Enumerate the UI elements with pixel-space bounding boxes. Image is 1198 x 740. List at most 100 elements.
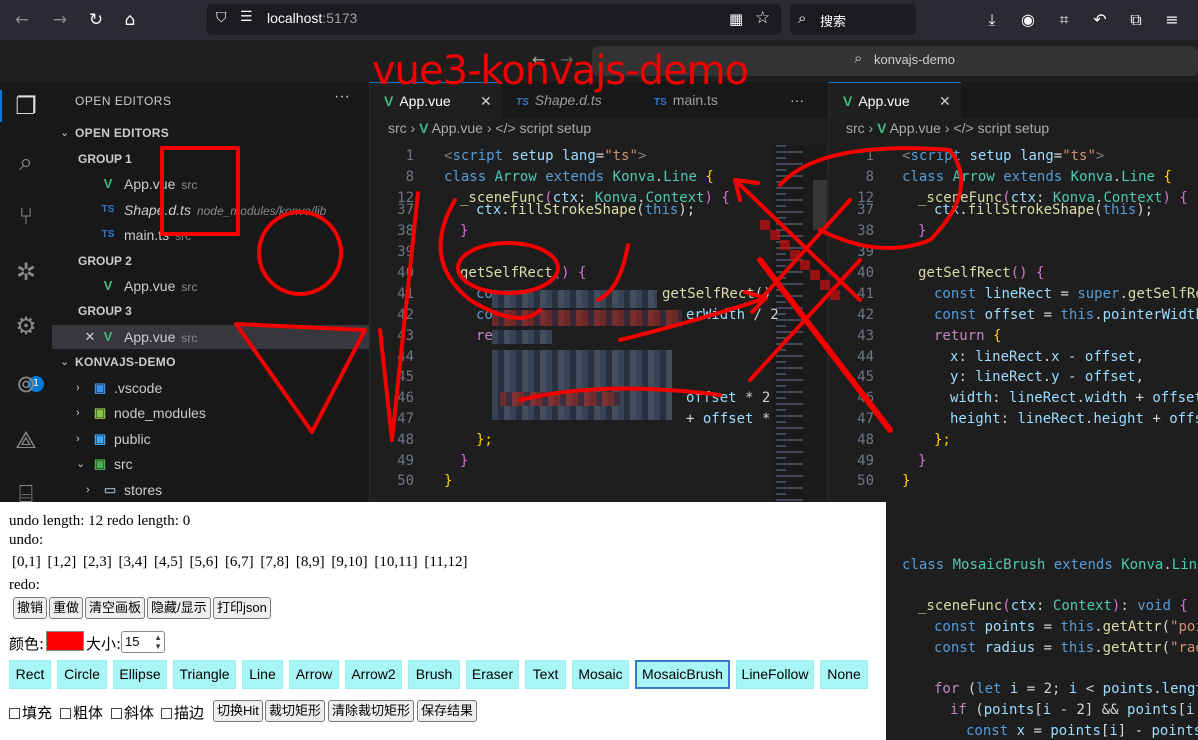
left-breadcrumb[interactable]: src › V App.vue › </> script setup <box>388 120 591 140</box>
close-icon[interactable]: ✕ <box>82 325 98 349</box>
tree-item[interactable]: ⌄ ▣ src <box>52 452 369 476</box>
vue-file-icon: V <box>103 329 113 344</box>
search-box[interactable]: ⌕ 搜索 <box>790 4 916 35</box>
tool-triangle[interactable]: Triangle <box>173 660 236 689</box>
tool-circle[interactable]: Circle <box>57 660 107 689</box>
fill-checkbox[interactable]: 填充 <box>9 702 52 723</box>
chevron-down-icon[interactable]: ⌄ <box>60 355 69 368</box>
checkbox-icon[interactable] <box>161 708 172 719</box>
open-editor-item-selected[interactable]: ✕ V App.vue src <box>52 325 369 349</box>
code-line: } <box>460 453 469 469</box>
minimap-line <box>776 319 803 321</box>
tree-item[interactable]: › ▣ public <box>52 427 369 451</box>
tool-rect[interactable]: Rect <box>9 660 51 689</box>
bookmark-star-icon[interactable]: ☆ <box>755 8 770 28</box>
line-number: 1 <box>405 148 414 164</box>
stepper-icon[interactable]: ▲ ▼ <box>154 633 162 651</box>
tool-arrow2[interactable]: Arrow2 <box>345 660 402 689</box>
tree-item[interactable]: › ▣ node_modules <box>52 401 369 425</box>
tool-mosaic[interactable]: Mosaic <box>572 660 629 689</box>
save-result-button[interactable]: 保存结果 <box>417 700 478 722</box>
size-label: 大小: <box>86 635 122 653</box>
tool-eraser[interactable]: Eraser <box>466 660 519 689</box>
checkbox-icon[interactable] <box>9 708 20 719</box>
tool-linefollow[interactable]: LineFollow <box>736 660 814 689</box>
checkbox-label: 粗体 <box>73 704 104 722</box>
menu-icon[interactable]: ≡ <box>1160 8 1184 32</box>
project-section[interactable]: KONVAJS-DEMO <box>75 355 176 369</box>
italic-checkbox[interactable]: 斜体 <box>111 702 154 723</box>
shield-icon[interactable]: ⛉ <box>216 10 232 28</box>
color-picker[interactable] <box>46 631 84 651</box>
redo-button[interactable]: 重做 <box>49 597 84 619</box>
minimap-line <box>776 277 786 279</box>
mosaic-block <box>492 350 672 420</box>
checkbox-icon[interactable] <box>111 708 122 719</box>
minimap-line <box>776 409 786 411</box>
open-editor-item[interactable]: V App.vue src <box>52 172 369 196</box>
mosaic-block <box>492 330 552 344</box>
minimap-line <box>776 283 803 285</box>
checkbox-icon[interactable] <box>60 708 71 719</box>
code-line: } <box>918 223 927 239</box>
forward-arrow-icon[interactable]: → <box>48 8 72 32</box>
tool-brush[interactable]: Brush <box>408 660 460 689</box>
toggle-visibility-button[interactable]: 隐藏/显示 <box>147 597 211 619</box>
minimap-line <box>776 361 786 363</box>
minimap-line <box>776 223 803 225</box>
tool-line[interactable]: Line <box>242 660 283 689</box>
line-number: 44 <box>397 349 414 365</box>
line-number: 38 <box>397 223 414 239</box>
chevron-down-icon[interactable]: ⌄ <box>60 126 69 139</box>
tree-item[interactable]: › ▣ .vscode <box>52 376 369 400</box>
tool-mosaicbrush[interactable]: MosaicBrush <box>635 660 730 689</box>
undo-button[interactable]: 撤销 <box>13 597 48 619</box>
tool-text[interactable]: Text <box>525 660 566 689</box>
open-editors-section[interactable]: OPEN EDITORS <box>75 126 169 140</box>
open-editor-item[interactable]: TS Shape.d.ts node_modules/konva/lib <box>52 198 369 222</box>
undo-icon[interactable]: ↶ <box>1088 8 1112 32</box>
tool-none[interactable]: None <box>820 660 868 689</box>
toggle-hit-button[interactable]: 切换Hit <box>213 700 263 722</box>
mosaic-block <box>500 392 620 406</box>
qr-code-icon[interactable]: ▦ <box>729 10 743 28</box>
site-info-icon[interactable]: ☰ <box>240 9 253 25</box>
download-icon[interactable]: ⤓ <box>980 8 1004 32</box>
public-folder-icon: ▣ <box>93 431 107 446</box>
code-line: offset * 2 <box>686 390 771 406</box>
print-json-button[interactable]: 打印json <box>213 597 271 619</box>
extensions-icon[interactable]: ⧉ <box>1124 8 1148 32</box>
minimap-line <box>776 469 786 471</box>
url-text[interactable]: localhost:5173 <box>267 10 357 26</box>
account-icon[interactable]: ◉ <box>1016 8 1040 32</box>
code-line: getSelfRect() { <box>918 265 1045 281</box>
tool-arrow[interactable]: Arrow <box>289 660 339 689</box>
open-editor-item[interactable]: TS main.ts src <box>52 223 369 247</box>
scrollbar-thumb[interactable] <box>813 180 827 230</box>
bold-checkbox[interactable]: 粗体 <box>60 702 103 723</box>
minimap-line <box>776 307 803 309</box>
minimap-line <box>776 265 786 267</box>
line-number: 40 <box>857 265 874 281</box>
crop-icon[interactable]: ⌗ <box>1052 8 1076 32</box>
more-icon[interactable]: ··· <box>790 82 820 118</box>
more-icon[interactable]: ··· <box>334 88 350 106</box>
line-number: 42 <box>397 307 414 323</box>
clear-canvas-button[interactable]: 清空画板 <box>85 597 146 619</box>
open-editor-item[interactable]: V App.vue src <box>52 274 369 298</box>
code-line: y: lineRect.y - offset, <box>950 369 1144 385</box>
tree-item-label: .vscode <box>114 380 163 396</box>
url-bar[interactable]: ⛉ ☰ localhost:5173 ▦ ☆ <box>207 4 781 35</box>
stroke-checkbox[interactable]: 描边 <box>161 702 204 723</box>
crop-rect-button[interactable]: 裁切矩形 <box>265 700 326 722</box>
tool-ellipse[interactable]: Ellipse <box>113 660 167 689</box>
size-input[interactable]: 15 ▲ ▼ <box>121 631 165 653</box>
tree-item[interactable]: › ▭ stores <box>52 478 369 502</box>
right-breadcrumb[interactable]: src › V App.vue › </> script setup <box>846 120 1049 140</box>
clear-crop-rect-button[interactable]: 清除裁切矩形 <box>328 700 415 722</box>
tab-app-vue[interactable]: V App.vue ✕ <box>829 82 961 118</box>
home-icon[interactable]: ⌂ <box>118 8 142 32</box>
close-icon[interactable]: ✕ <box>939 83 951 119</box>
line-number: 1 <box>865 148 874 164</box>
reload-icon[interactable]: ↻ <box>84 8 108 32</box>
